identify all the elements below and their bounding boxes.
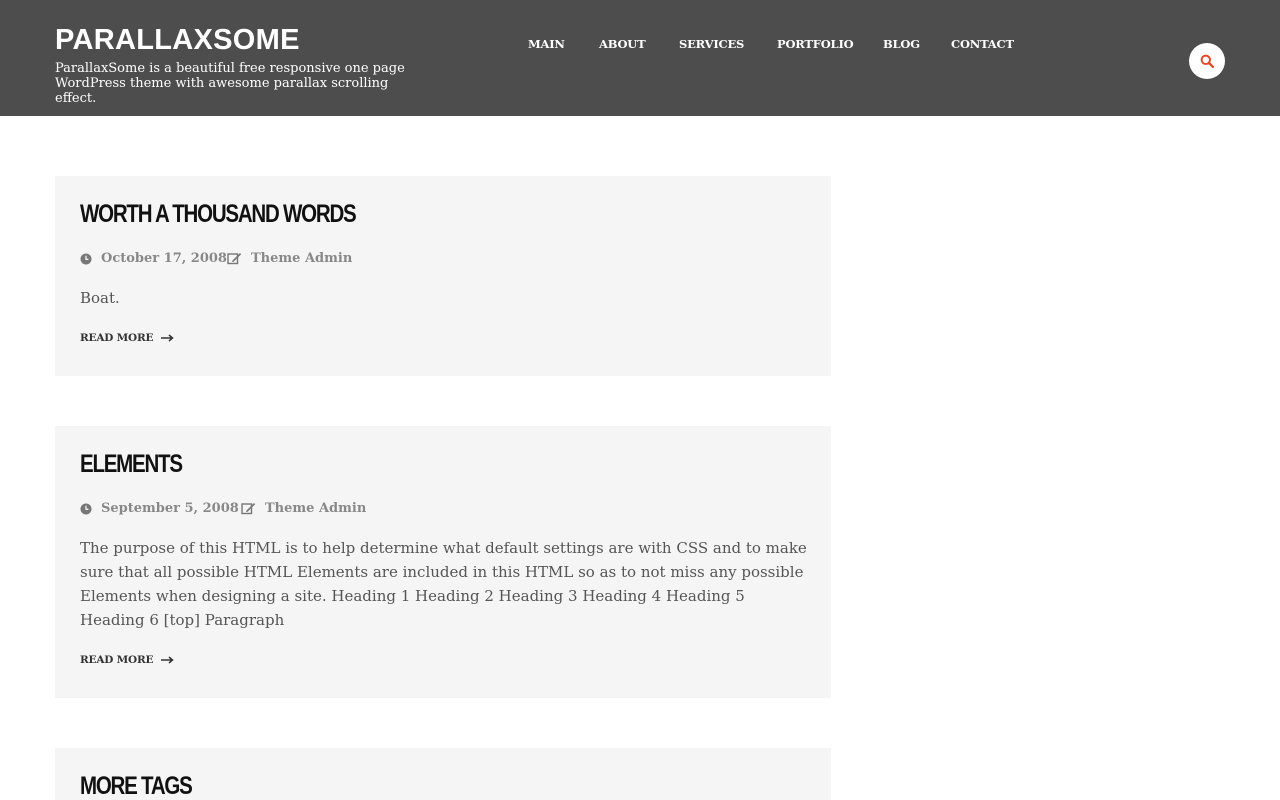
blog-post: More Tags [55,748,831,800]
read-more-label: READ MORE [80,654,154,666]
nav-item-main[interactable]: MAIN [528,37,565,51]
site-description: ParallaxSome is a beautiful free respons… [55,61,405,106]
blog-post: Elements September 5, 2008 Theme Admin T… [55,426,831,698]
post-date[interactable]: October 17, 2008 [80,251,227,266]
post-excerpt: The purpose of this HTML is to help dete… [80,539,807,629]
post-title[interactable]: Elements [80,450,183,479]
nav-item-about[interactable]: ABOUT [599,37,646,51]
post-meta: October 17, 2008 Theme Admin [80,251,780,269]
nav-item-contact[interactable]: CONTACT [951,37,1014,51]
read-more-label: READ MORE [80,332,154,344]
post-author[interactable]: Theme Admin [227,251,352,266]
search-button[interactable] [1189,43,1225,79]
search-icon [1200,54,1214,68]
edit-icon [227,253,242,265]
clock-icon [80,253,92,264]
clock-icon [80,503,92,514]
site-title[interactable]: PARALLAXSOME [55,24,300,57]
long-arrow-right-icon [161,334,174,342]
site-header: PARALLAXSOME ParallaxSome is a beautiful… [0,0,1280,116]
nav-item-services[interactable]: SERVICES [679,37,744,51]
post-excerpt: Boat. [80,289,120,307]
post-date[interactable]: September 5, 2008 [80,501,239,516]
read-more-link[interactable]: READ MORE [80,332,174,344]
nav-item-portfolio[interactable]: PORTFOLIO [777,37,854,51]
nav-item-blog[interactable]: BLOG [883,37,920,51]
read-more-link[interactable]: READ MORE [80,654,174,666]
long-arrow-right-icon [161,656,174,664]
post-title[interactable]: More Tags [80,772,193,800]
post-author[interactable]: Theme Admin [241,501,366,516]
blog-post: Worth A Thousand Words October 17, 2008 … [55,176,831,376]
edit-icon [241,503,256,515]
post-meta: September 5, 2008 Theme Admin [80,501,780,519]
post-title[interactable]: Worth A Thousand Words [80,200,357,229]
